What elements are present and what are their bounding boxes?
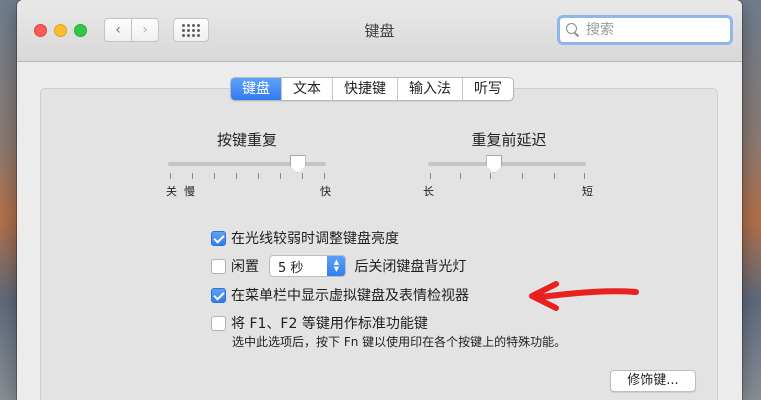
- key-repeat-min-label: 关: [166, 185, 177, 198]
- delay-max-label: 短: [582, 185, 593, 198]
- delay-ticks: [428, 173, 586, 179]
- search-field[interactable]: [557, 15, 733, 45]
- tab-shortcuts[interactable]: 快捷键: [332, 78, 397, 100]
- tab-text[interactable]: 文本: [281, 78, 332, 100]
- key-repeat-slow-label: 慢: [184, 185, 195, 198]
- title-bar: ‹ › 键盘: [17, 0, 742, 62]
- idle-label-before: 闲置: [231, 259, 259, 275]
- tab-bar: 键盘 文本 快捷键 输入法 听写: [230, 77, 514, 101]
- show-viewer-checkbox[interactable]: [211, 287, 226, 303]
- adjust-brightness-label: 在光线较弱时调整键盘亮度: [231, 231, 399, 247]
- search-icon: [566, 23, 580, 37]
- show-viewer-label: 在菜单栏中显示虚拟键盘及表情检视器: [231, 288, 469, 304]
- delay-track[interactable]: [428, 162, 586, 166]
- idle-duration-value: 5 秒: [278, 260, 304, 276]
- updown-arrows-icon: ▲ ▼: [327, 256, 346, 276]
- preferences-window: ‹ › 键盘 键盘 文本 快捷键 输入法 听写 按键重复: [17, 0, 742, 400]
- idle-backlight-checkbox[interactable]: [211, 258, 226, 274]
- fn-keys-row: 将 F1、F2 等键用作标准功能键: [211, 313, 428, 333]
- idle-row: 闲置 5 秒 ▲ ▼ 后关闭键盘背光灯: [211, 255, 466, 277]
- adjust-brightness-row: 在光线较弱时调整键盘亮度: [211, 228, 399, 248]
- show-viewer-row: 在菜单栏中显示虚拟键盘及表情检视器: [211, 285, 469, 305]
- delay-min-label: 长: [423, 185, 434, 198]
- idle-duration-select[interactable]: 5 秒 ▲ ▼: [269, 255, 347, 277]
- tab-keyboard[interactable]: 键盘: [231, 78, 281, 100]
- tab-input-sources[interactable]: 输入法: [397, 78, 462, 100]
- delay-title: 重复前延迟: [471, 131, 547, 149]
- adjust-brightness-checkbox[interactable]: [211, 230, 226, 246]
- fn-keys-checkbox[interactable]: [211, 315, 226, 331]
- idle-label-after: 后关闭键盘背光灯: [354, 259, 467, 275]
- search-input[interactable]: [586, 22, 716, 38]
- fn-keys-label: 将 F1、F2 等键用作标准功能键: [231, 316, 428, 332]
- fn-keys-note: 选中此选项后，按下 Fn 键以使用印在各个按键上的特殊功能。: [232, 335, 567, 349]
- modifier-keys-button[interactable]: 修饰键...: [610, 370, 696, 392]
- key-repeat-max-label: 快: [320, 185, 331, 198]
- tab-dictation[interactable]: 听写: [462, 78, 513, 100]
- annotation-arrow-icon: [529, 281, 639, 311]
- key-repeat-ticks: [168, 173, 326, 179]
- key-repeat-title: 按键重复: [216, 131, 277, 149]
